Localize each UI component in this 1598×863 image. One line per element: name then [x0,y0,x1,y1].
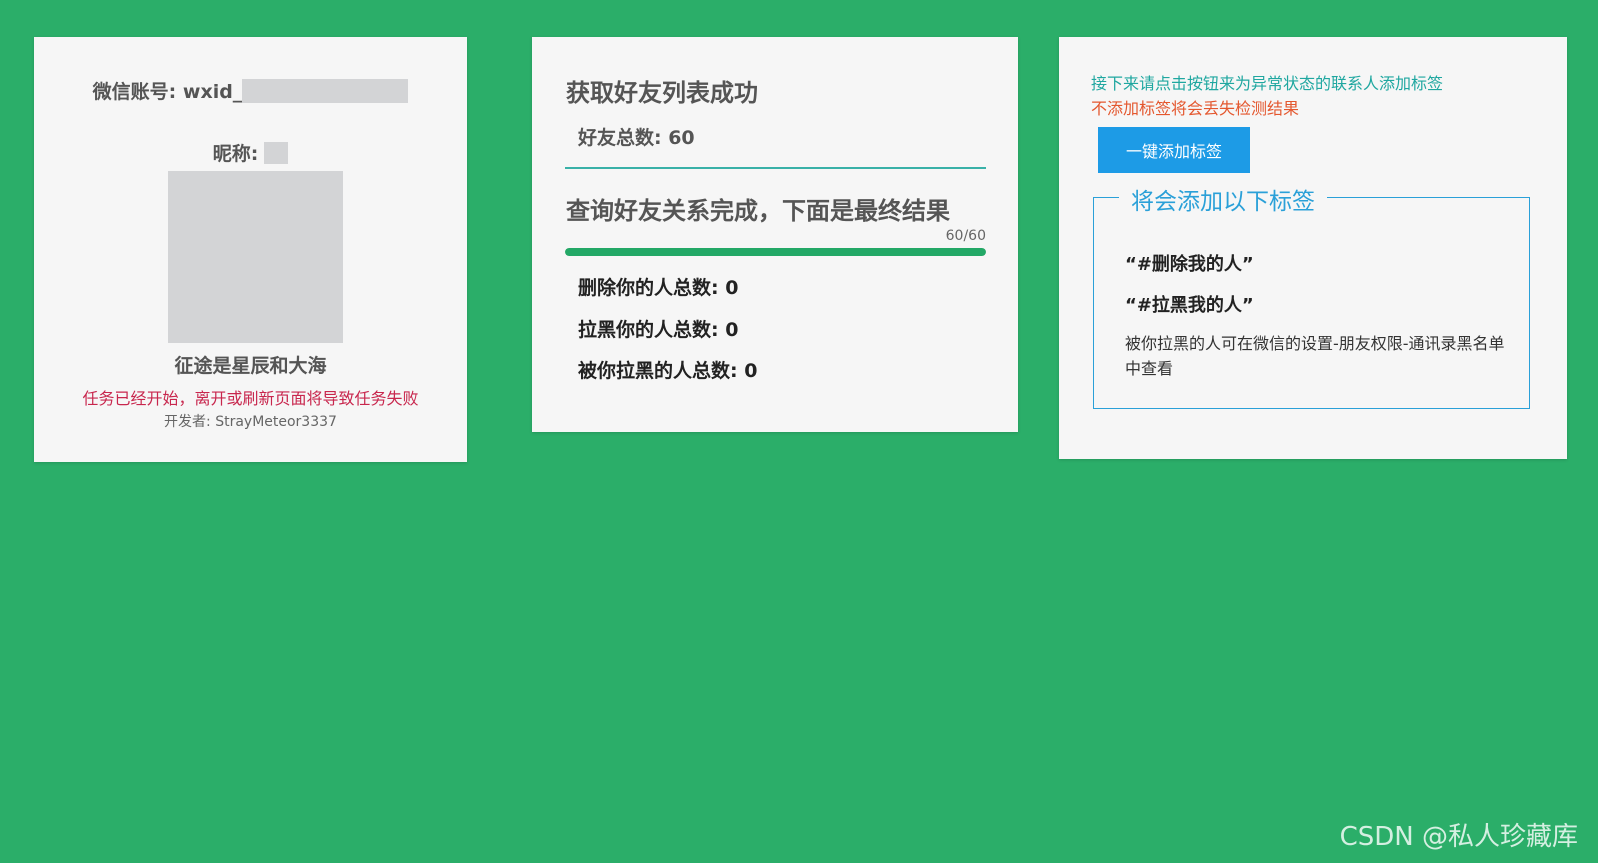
deleted-you-total: 删除你的人总数: 0 [578,277,739,299]
progress-card: 获取好友列表成功 好友总数: 60 查询好友关系完成，下面是最终结果 60/60… [532,37,1018,432]
nickname-mask [264,141,289,164]
blacklist-note: 被你拉黑的人可在微信的设置-朋友权限-通讯录黑名单中查看 [1125,334,1505,378]
wechat-account-row: 微信账号: wxid_ [34,77,467,104]
nickname-label: 昵称: [212,143,259,165]
query-result-title: 查询好友关系完成，下面是最终结果 [566,197,950,225]
avatar [168,171,343,343]
watermark: CSDN @私人珍藏库 [1339,822,1578,852]
blocked-by-you-total: 被你拉黑的人总数: 0 [578,360,758,382]
task-warning: 任务已经开始，离开或刷新页面将导致任务失败 [82,389,419,408]
slogan: 征途是星辰和大海 [174,355,327,377]
blocked-you-total: 拉黑你的人总数: 0 [578,319,739,341]
progress-bar [565,248,986,256]
nickname-row: 昵称: [34,139,467,166]
tag-warning: 不添加标签将会丢失检测结果 [1091,99,1300,118]
progress-fill [565,248,986,256]
account-card: 微信账号: wxid_ 昵称: 征途是星辰和大海 任务已经开始，离开或刷新页面将… [34,37,467,462]
tag-item-blocked: “#拉黑我的人” [1125,295,1254,316]
friend-total: 好友总数: 60 [578,127,695,149]
developer-credit: 开发者: StrayMeteor3337 [164,414,337,430]
progress-text: 60/60 [945,228,986,244]
tags-fieldset: 将会添加以下标签 “#删除我的人” “#拉黑我的人” 被你拉黑的人可在微信的设置… [1093,182,1530,409]
section-divider [565,167,986,169]
add-tags-button[interactable]: 一键添加标签 [1098,127,1250,173]
tag-item-deleted: “#删除我的人” [1125,254,1254,275]
tags-legend: 将会添加以下标签 [1119,182,1327,216]
fetch-friends-title: 获取好友列表成功 [566,79,758,107]
tag-instruction: 接下来请点击按钮来为异常状态的联系人添加标签 [1091,74,1444,93]
wechat-id-mask [242,78,409,103]
tags-card: 接下来请点击按钮来为异常状态的联系人添加标签 不添加标签将会丢失检测结果 一键添… [1059,37,1567,459]
wechat-account-label: 微信账号: wxid_ [92,81,243,103]
